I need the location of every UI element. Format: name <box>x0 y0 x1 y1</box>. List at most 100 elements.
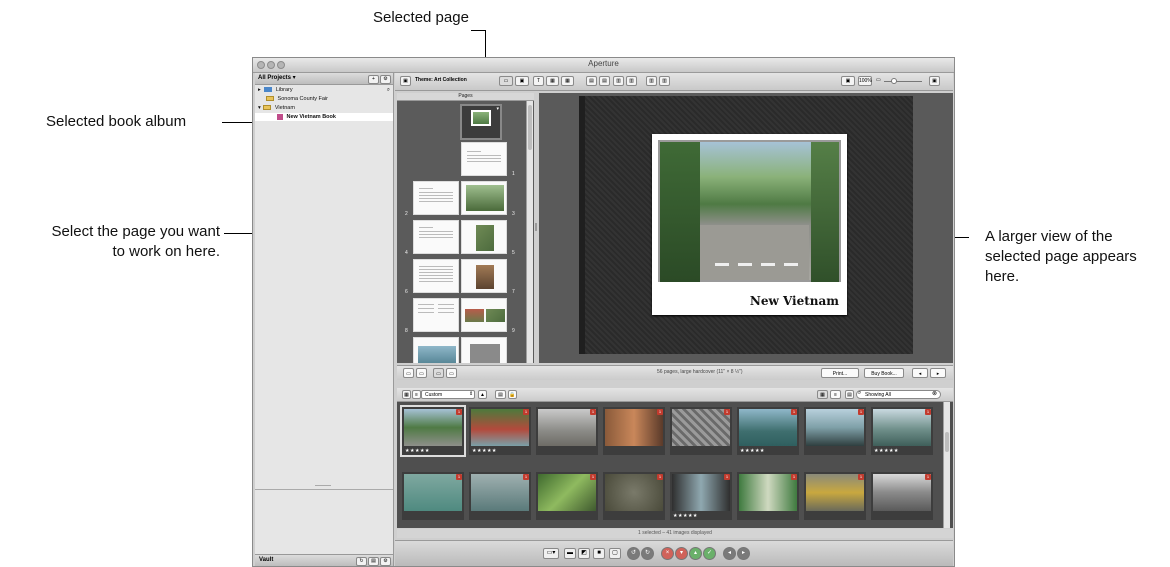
tree-row-sonoma[interactable]: Sonoma County Fair <box>255 95 393 103</box>
photo-thumbnail[interactable]: 1 <box>402 472 464 520</box>
next-page-button[interactable]: ▸ <box>930 368 946 378</box>
previous-image-icon[interactable]: ◂ <box>723 547 736 560</box>
rotate-left-icon[interactable]: ↺ <box>627 547 640 560</box>
select-icon[interactable]: ✓ <box>703 547 716 560</box>
page-thumbnail-11[interactable] <box>461 337 507 363</box>
viewer-only-button[interactable]: ■ <box>593 548 605 559</box>
buy-book-button[interactable]: Buy Book... <box>864 368 904 378</box>
lock-icon[interactable]: 🔒 <box>508 390 517 399</box>
photo-thumbnail[interactable]: 1 <box>603 472 665 520</box>
photo-thumbnail[interactable]: 1 <box>536 472 598 520</box>
page-thumbnail-8[interactable] <box>413 298 459 332</box>
tree-row-vietnam[interactable]: ▾ Vietnam <box>255 104 393 112</box>
arrange-back-button[interactable]: ▤ <box>599 76 610 86</box>
previous-page-button[interactable]: ◂ <box>912 368 928 378</box>
search-icon[interactable]: ⌕ <box>387 86 390 94</box>
page-thumbnail-5[interactable] <box>461 220 507 254</box>
photo-thumbnail[interactable]: 1 <box>536 407 598 455</box>
photo-thumbnail[interactable]: 1 <box>670 407 732 455</box>
photo-thumbnail[interactable]: 1 <box>737 472 799 520</box>
page-thumbnail-9[interactable] <box>461 298 507 332</box>
projects-popup[interactable]: All Projects <box>258 75 291 81</box>
add-project-button[interactable]: + <box>368 75 379 84</box>
browser-list-mode-button[interactable]: ≡ <box>830 390 841 399</box>
tree-row-library[interactable]: ▸ Library ⌕ <box>255 86 393 94</box>
search-input[interactable]: Showing All <box>856 390 941 399</box>
page-thumbnail-10[interactable] <box>413 337 459 363</box>
photo-thumbnail[interactable]: 1 ★★★★★ <box>469 407 531 455</box>
refresh-vault-icon[interactable]: ↻ <box>356 557 367 566</box>
spread-view-button[interactable]: ▣ <box>515 76 529 86</box>
vault-toggle-button[interactable]: ▤ <box>368 557 379 566</box>
browser-filmstrip-button[interactable]: ▤ <box>845 390 854 399</box>
browser-scrollbar[interactable] <box>943 402 950 528</box>
pages-scroll-knob[interactable] <box>528 105 532 150</box>
photo-thumbnail[interactable]: 1 <box>871 472 933 520</box>
pages-scrollbar[interactable] <box>526 101 533 363</box>
page-layout-button-3[interactable]: ▭ <box>433 368 444 378</box>
zoom-slider[interactable] <box>884 81 922 82</box>
photo-thumbnail[interactable]: 1 <box>804 407 866 455</box>
full-size-button[interactable]: ▣ <box>929 76 940 86</box>
photo-thumbnail[interactable]: 1 ★★★★★ <box>871 407 933 455</box>
browser-grid-mode-button[interactable]: ▦ <box>817 390 828 399</box>
project-actions-button[interactable]: ⚙ <box>380 75 391 84</box>
zoom-slider-knob[interactable] <box>891 78 897 84</box>
sort-direction-button[interactable]: ▲ <box>478 390 487 399</box>
photo-thumbnail[interactable]: 1 ★★★★★ <box>670 472 732 520</box>
rotate-right-icon[interactable]: ↻ <box>641 547 654 560</box>
metadata-box-button[interactable]: ▦ <box>561 76 574 86</box>
page-view-button[interactable]: ▭ <box>499 76 513 86</box>
page-layout-button-1[interactable]: ▭ <box>403 368 414 378</box>
page-layout-button-2[interactable]: ▭ <box>416 368 427 378</box>
tree-row-new-vietnam-book[interactable]: New Vietnam Book <box>255 113 393 121</box>
align-right-button[interactable]: ▥ <box>646 76 657 86</box>
cover-photo-box[interactable] <box>658 140 841 282</box>
page-layout-button-4[interactable]: ▭ <box>446 368 457 378</box>
page-thumbnail-6[interactable] <box>413 259 459 293</box>
print-button[interactable]: Print... <box>821 368 859 378</box>
page-thumbnail-1[interactable] <box>461 142 507 176</box>
view-mode-button[interactable]: ▭▾ <box>543 548 559 559</box>
browser-only-button[interactable]: ▬ <box>564 548 576 559</box>
sort-popup[interactable]: Custom <box>421 390 475 399</box>
disclosure-triangle-icon[interactable]: ▾ <box>258 105 261 111</box>
fit-view-button[interactable]: ▣ <box>841 76 855 86</box>
photo-thumbnail[interactable]: 1 <box>603 407 665 455</box>
align-justify-button[interactable]: ▥ <box>659 76 670 86</box>
filter-button[interactable]: ▤ <box>495 390 506 399</box>
list-view-button[interactable]: ≡ <box>412 390 421 399</box>
viewer-split-handle[interactable] <box>535 223 537 231</box>
clear-search-icon[interactable]: ⊗ <box>932 390 937 397</box>
page-thumbnail-2[interactable] <box>413 181 459 215</box>
grid-view-button[interactable]: ▦ <box>402 390 411 399</box>
browser-scroll-knob[interactable] <box>945 432 949 452</box>
text-box-button[interactable]: T <box>533 76 544 86</box>
next-image-icon[interactable]: ▸ <box>737 547 750 560</box>
page-options-icon[interactable]: ▾ <box>496 106 499 112</box>
reject-icon[interactable]: × <box>661 547 674 560</box>
photo-thumbnail[interactable]: 1 <box>469 472 531 520</box>
cover-title[interactable]: New Vietnam <box>750 294 839 308</box>
photo-thumbnail[interactable]: 1 <box>804 472 866 520</box>
page-thumbnail-3[interactable] <box>461 181 507 215</box>
photo-thumbnail[interactable]: 1 ★★★★★ <box>737 407 799 455</box>
full-screen-button[interactable]: ▢ <box>609 548 621 559</box>
page-thumbnail-4[interactable] <box>413 220 459 254</box>
increase-rating-icon[interactable]: ▴ <box>689 547 702 560</box>
page-thumbnail-7[interactable] <box>461 259 507 293</box>
page-thumbnail-cover[interactable]: ▾ <box>460 104 502 140</box>
photo-box-button[interactable]: ▦ <box>546 76 559 86</box>
decrease-rating-icon[interactable]: ▾ <box>675 547 688 560</box>
split-view-button[interactable]: ◩ <box>578 548 590 559</box>
zoom-100-button[interactable]: 100% <box>858 76 872 86</box>
arrange-front-button[interactable]: ▤ <box>586 76 597 86</box>
cover-photo-tree <box>811 142 839 282</box>
vault-actions-button[interactable]: ⚙ <box>380 557 391 566</box>
align-center-button[interactable]: ▥ <box>626 76 637 86</box>
disclosure-triangle-icon[interactable]: ▸ <box>258 87 261 93</box>
photo-thumbnail[interactable]: 1 ★★★★★ <box>400 405 466 457</box>
cover-page[interactable]: New Vietnam <box>652 134 847 315</box>
theme-icon[interactable]: ▣ <box>400 76 411 86</box>
align-left-button[interactable]: ▥ <box>613 76 624 86</box>
